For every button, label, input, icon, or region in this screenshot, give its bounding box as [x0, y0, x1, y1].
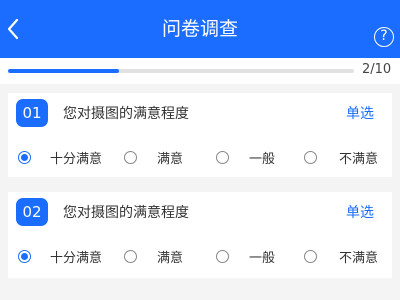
option-label: 十分满意 — [50, 151, 103, 167]
radio-icon[interactable] — [18, 150, 31, 164]
question-number: 02 — [16, 198, 48, 226]
help-circle-icon: ? — [380, 28, 388, 44]
option-label: 一般 — [249, 151, 276, 167]
radio-icon[interactable] — [216, 150, 229, 164]
option-neutral[interactable]: 一般 — [216, 246, 275, 266]
radio-icon[interactable] — [216, 249, 229, 263]
question-number: 01 — [16, 99, 48, 127]
question-type-label: 单选 — [346, 205, 374, 221]
progress-area: 2/10 — [0, 58, 400, 84]
question-title: 您对摄图的满意程度 — [63, 106, 189, 122]
option-label: 不满意 — [339, 250, 379, 266]
option-satisfied[interactable]: 满意 — [124, 147, 183, 167]
radio-icon[interactable] — [18, 249, 31, 263]
option-dissatisfied[interactable]: 不满意 — [304, 147, 378, 167]
option-label: 一般 — [249, 250, 276, 266]
option-label: 十分满意 — [50, 250, 103, 266]
radio-icon[interactable] — [124, 249, 137, 263]
option-very-satisfied[interactable]: 十分满意 — [18, 147, 102, 167]
question-card-2: 02 您对摄图的满意程度 单选 十分满意 满意 一般 不满意 — [8, 192, 392, 278]
progress-bar — [8, 69, 354, 73]
page-title: 问卷调查 — [161, 18, 238, 40]
question-card-1: 01 您对摄图的满意程度 单选 十分满意 满意 一般 不满意 — [8, 93, 392, 177]
option-satisfied[interactable]: 满意 — [124, 246, 183, 266]
radio-icon[interactable] — [304, 150, 317, 164]
option-dissatisfied[interactable]: 不满意 — [304, 246, 378, 266]
question-type-label: 单选 — [346, 106, 374, 122]
option-very-satisfied[interactable]: 十分满意 — [18, 246, 102, 266]
help-button[interactable]: ? — [374, 27, 394, 47]
option-label: 满意 — [157, 250, 184, 266]
question-title: 您对摄图的满意程度 — [63, 205, 189, 221]
progress-text: 2/10 — [362, 62, 392, 77]
app-header: 问卷调查 ? — [0, 0, 400, 58]
option-neutral[interactable]: 一般 — [216, 147, 275, 167]
progress-fill — [8, 69, 119, 73]
option-label: 满意 — [157, 151, 184, 167]
radio-icon[interactable] — [304, 249, 317, 263]
option-label: 不满意 — [339, 151, 379, 167]
radio-icon[interactable] — [124, 150, 137, 164]
